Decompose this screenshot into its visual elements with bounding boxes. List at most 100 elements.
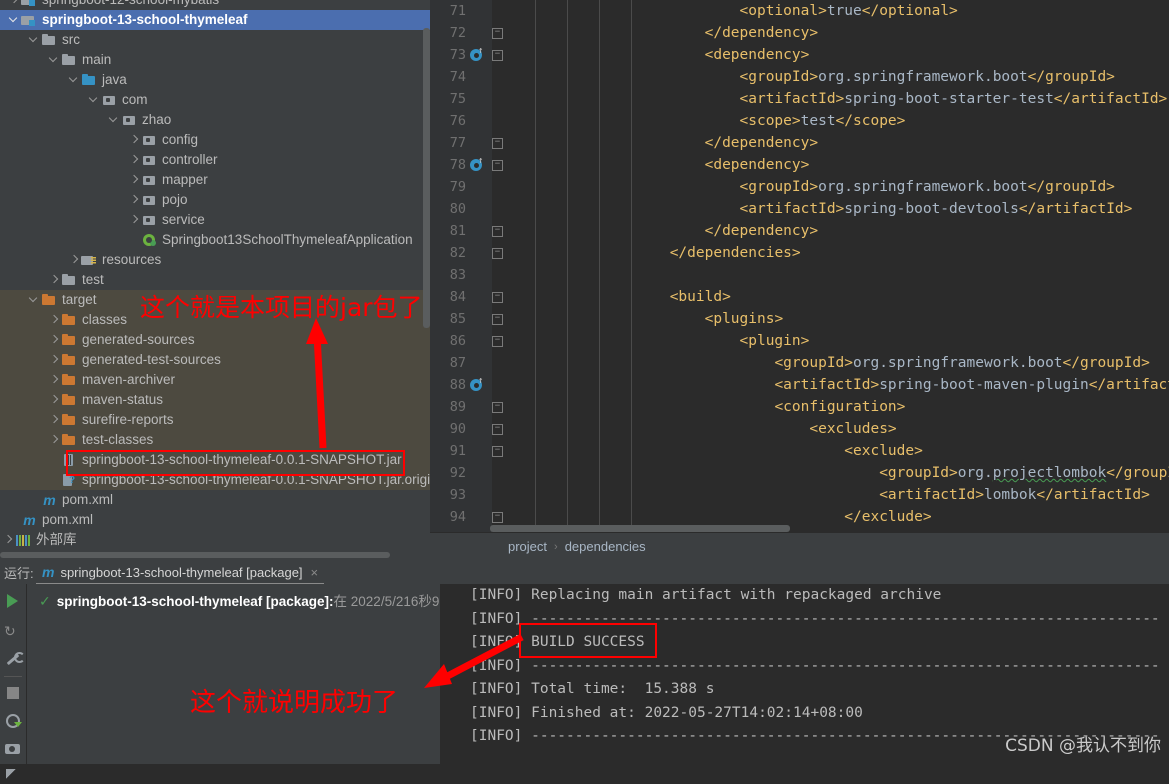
maven-dependency-icon[interactable]: ↑ [470, 47, 484, 62]
chevron-right-icon[interactable] [48, 430, 61, 450]
code-line[interactable]: 86 − <plugin> [430, 330, 1169, 352]
code-line[interactable]: 77 − </dependency> [430, 132, 1169, 154]
fold-start-icon[interactable]: − [492, 292, 503, 303]
chevron-down-icon[interactable] [8, 10, 21, 30]
code-line[interactable]: 78 ↑ − <dependency> [430, 154, 1169, 176]
code-line[interactable]: 89 − <configuration> [430, 396, 1169, 418]
tree-row-mapper[interactable]: mapper [0, 170, 430, 190]
fold-start-icon[interactable]: − [492, 402, 503, 413]
code-line[interactable]: 72 − </dependency> [430, 22, 1169, 44]
filter-icon[interactable] [4, 712, 22, 730]
chevron-down-icon[interactable] [108, 110, 121, 130]
chevron-down-icon[interactable] [48, 50, 61, 70]
tree-row-springboot13schoolthymeleafapplication[interactable]: Springboot13SchoolThymeleafApplication [0, 230, 430, 250]
code-line[interactable]: 93 <artifactId>lombok</artifactId> [430, 484, 1169, 506]
tree-row-main[interactable]: main [0, 50, 430, 70]
breadcrumb-project[interactable]: project [508, 539, 547, 554]
code-line[interactable]: 82 − </dependencies> [430, 242, 1169, 264]
chevron-right-icon[interactable] [8, 0, 21, 10]
code-line[interactable]: 90 − <excludes> [430, 418, 1169, 440]
tree-row-springboot-12-school-mybatis[interactable]: springboot-12-school-mybatis [0, 0, 430, 10]
code-editor[interactable]: 71 <optional>true</optional> 72 − </depend… [430, 0, 1169, 532]
tree-row-surefire-reports[interactable]: surefire-reports [0, 410, 430, 430]
chevron-right-icon[interactable] [48, 350, 61, 370]
fold-end-icon[interactable]: − [492, 28, 503, 39]
tree-row-maven-archiver[interactable]: maven-archiver [0, 370, 430, 390]
tree-row-service[interactable]: service [0, 210, 430, 230]
tree-row-src[interactable]: src [0, 30, 430, 50]
tree-row-maven-status[interactable]: maven-status [0, 390, 430, 410]
tree-vertical-scrollbar[interactable] [423, 28, 430, 328]
chevron-right-icon[interactable] [128, 210, 141, 230]
tree-row-controller[interactable]: controller [0, 150, 430, 170]
chevron-right-icon[interactable] [48, 370, 61, 390]
tree-row-springboot-13-school-thymeleaf[interactable]: springboot-13-school-thymeleaf [0, 10, 430, 30]
breadcrumb[interactable]: project › dependencies [430, 532, 1169, 560]
chevron-right-icon[interactable] [48, 330, 61, 350]
close-icon[interactable]: × [311, 565, 319, 580]
tree-row-pojo[interactable]: pojo [0, 190, 430, 210]
chevron-right-icon[interactable] [48, 270, 61, 290]
code-line[interactable]: 76 <scope>test</scope> [430, 110, 1169, 132]
camera-icon[interactable] [4, 739, 22, 757]
tree-row-config[interactable]: config [0, 130, 430, 150]
code-line[interactable]: 79 <groupId>org.springframework.boot</gr… [430, 176, 1169, 198]
fold-start-icon[interactable]: − [492, 446, 503, 457]
maven-dependency-icon[interactable]: ↑ [470, 377, 484, 392]
code-line[interactable]: 85 − <plugins> [430, 308, 1169, 330]
tree-row-pom-xml[interactable]: m pom.xml [0, 490, 430, 510]
tree-row-java[interactable]: java [0, 70, 430, 90]
chevron-right-icon[interactable] [48, 410, 61, 430]
code-line[interactable]: 80 <artifactId>spring-boot-devtools</art… [430, 198, 1169, 220]
code-line[interactable]: 91 − <exclude> [430, 440, 1169, 462]
code-line[interactable]: 83 [430, 264, 1169, 286]
code-line[interactable]: 73 ↑ − <dependency> [430, 44, 1169, 66]
code-line[interactable]: 88 ↑ <artifactId>spring-boot-maven-plugin… [430, 374, 1169, 396]
code-line[interactable]: 81 − </dependency> [430, 220, 1169, 242]
fold-start-icon[interactable]: − [492, 424, 503, 435]
editor-horizontal-scrollbar[interactable] [490, 525, 790, 532]
code-line[interactable]: 87 <groupId>org.springframework.boot</gr… [430, 352, 1169, 374]
code-line[interactable]: 75 <artifactId>spring-boot-starter-test<… [430, 88, 1169, 110]
fold-start-icon[interactable]: − [492, 160, 503, 171]
tree-row-test-classes[interactable]: test-classes [0, 430, 430, 450]
project-tree-panel[interactable]: springboot-12-school-mybatis springboot-1… [0, 0, 430, 560]
tree-row-generated-sources[interactable]: generated-sources [0, 330, 430, 350]
fold-end-icon[interactable]: − [492, 512, 503, 523]
tree-row-classes[interactable]: classes [0, 310, 430, 330]
tree-row-pom-xml[interactable]: m pom.xml [0, 510, 430, 530]
chevron-right-icon[interactable] [48, 390, 61, 410]
soft-wrap-icon[interactable] [4, 766, 22, 784]
tree-row-target[interactable]: target [0, 290, 430, 310]
tree-row-resources[interactable]: resources [0, 250, 430, 270]
maven-dependency-icon[interactable]: ↑ [470, 157, 484, 172]
settings-wrench-icon[interactable] [4, 650, 25, 668]
chevron-right-icon[interactable] [48, 310, 61, 330]
chevron-right-icon[interactable] [2, 530, 15, 550]
fold-end-icon[interactable]: − [492, 138, 503, 149]
chevron-right-icon[interactable] [128, 130, 141, 150]
tree-horizontal-scrollbar[interactable] [0, 552, 390, 558]
fold-end-icon[interactable]: − [492, 248, 503, 259]
rerun-icon[interactable]: ↻ [4, 622, 22, 640]
chevron-down-icon[interactable] [28, 30, 41, 50]
code-line[interactable]: 92 <groupId>org.projectlombok</groupId> [430, 462, 1169, 484]
fold-start-icon[interactable]: − [492, 314, 503, 325]
fold-end-icon[interactable]: − [492, 226, 503, 237]
chevron-right-icon[interactable] [128, 170, 141, 190]
stop-button[interactable] [4, 684, 22, 702]
tree-row--[interactable]: 外部库 [0, 530, 430, 550]
run-button[interactable] [4, 592, 22, 610]
fold-start-icon[interactable]: − [492, 50, 503, 61]
fold-start-icon[interactable]: − [492, 336, 503, 347]
run-tab[interactable]: m springboot-13-school-thymeleaf [packag… [36, 561, 325, 585]
tree-row-zhao[interactable]: zhao [0, 110, 430, 130]
chevron-down-icon[interactable] [68, 70, 81, 90]
tree-row-springboot-13-school-thymeleaf-0-0-1-snapshot-jar-origin[interactable]: springboot-13-school-thymeleaf-0.0.1-SNA… [0, 470, 430, 490]
tree-row-springboot-13-school-thymeleaf-0-0-1-snapshot-jar[interactable]: springboot-13-school-thymeleaf-0.0.1-SNA… [0, 450, 430, 470]
tree-row-test[interactable]: test [0, 270, 430, 290]
tree-row-com[interactable]: com [0, 90, 430, 110]
code-line[interactable]: 84 − <build> [430, 286, 1169, 308]
tree-row-generated-test-sources[interactable]: generated-test-sources [0, 350, 430, 370]
chevron-right-icon[interactable] [68, 250, 81, 270]
